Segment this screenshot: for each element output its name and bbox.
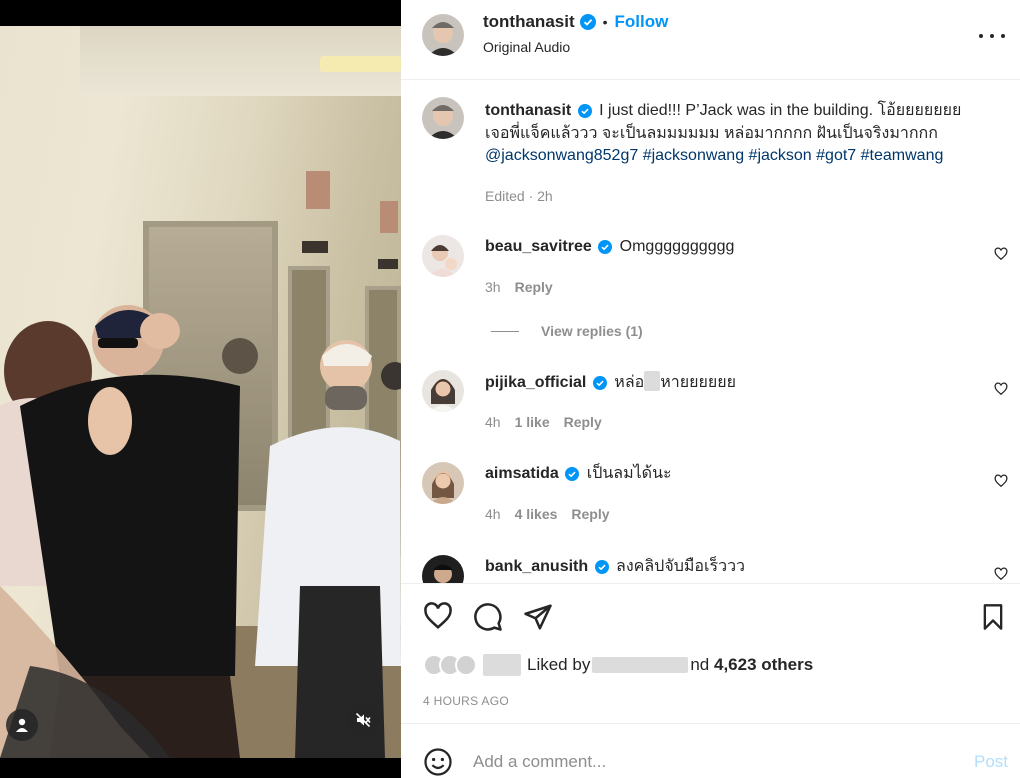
redacted-block: [644, 371, 661, 391]
video-frame: [0, 26, 401, 758]
heart-icon[interactable]: [994, 247, 1008, 261]
heart-icon[interactable]: [994, 567, 1008, 581]
paper-plane-icon[interactable]: [523, 602, 553, 632]
author-username[interactable]: tonthanasit: [483, 12, 575, 32]
crowd-illustration: [0, 305, 401, 758]
verified-badge-icon: [592, 376, 607, 391]
post-timestamp[interactable]: 4 HOURS AGO: [423, 694, 509, 708]
commenter-avatar[interactable]: [422, 370, 464, 412]
comment-text: หล่อ: [614, 374, 645, 391]
muted-speaker-icon: [355, 712, 371, 728]
hashtag-link[interactable]: #jackson: [749, 147, 812, 164]
video-letterbox-top: [0, 0, 401, 26]
redacted-block: [483, 654, 521, 676]
comment-username[interactable]: aimsatida: [485, 465, 559, 482]
comment-time: 4h: [485, 414, 501, 430]
heart-icon[interactable]: [422, 601, 454, 631]
comment-likes[interactable]: 1 like: [515, 414, 550, 430]
bookmark-icon[interactable]: [979, 602, 1007, 632]
comment-time: 3h: [485, 279, 501, 295]
comment-text: Omgggggggggg: [619, 238, 735, 255]
likes-summary: Liked by nd 4,623 others: [423, 654, 813, 676]
verified-badge-icon: [577, 104, 592, 119]
liker-avatars[interactable]: [423, 654, 477, 676]
header-separator: •: [602, 14, 608, 30]
add-comment-bar: Post: [401, 723, 1020, 778]
author-avatar[interactable]: [422, 14, 464, 56]
mute-toggle-button[interactable]: [347, 704, 379, 736]
comment-username[interactable]: beau_savitree: [485, 238, 592, 255]
hashtag-link[interactable]: #jacksonwang: [643, 147, 744, 164]
comment-text: เป็นลมได้นะ: [586, 465, 672, 482]
comment-username[interactable]: bank_anusith: [485, 558, 588, 575]
mention-link[interactable]: @jacksonwang852g7: [485, 147, 638, 164]
likes-count[interactable]: 4,623 others: [714, 655, 813, 675]
commenter-avatar[interactable]: [422, 555, 464, 583]
verified-badge-icon: [594, 560, 609, 575]
liked-by-suffix: nd: [690, 655, 710, 674]
caption-username[interactable]: tonthanasit: [485, 102, 571, 119]
hashtag-link[interactable]: #got7: [816, 147, 856, 164]
comments-section[interactable]: tonthanasit I just died!!! P’Jack was in…: [401, 81, 1020, 583]
audio-label[interactable]: Original Audio: [483, 39, 570, 55]
heart-icon[interactable]: [994, 474, 1008, 488]
comment-reply-button[interactable]: Reply: [571, 506, 609, 522]
view-replies-label: View replies (1): [541, 323, 643, 339]
hashtag-link[interactable]: #teamwang: [861, 147, 944, 164]
comment-text-end: หายยยยยย: [660, 374, 737, 391]
view-replies-line: [491, 330, 519, 332]
comment-username[interactable]: pijika_official: [485, 374, 586, 391]
heart-icon[interactable]: [994, 382, 1008, 396]
comment-text: ลงคลิปจับมือเร็ววว: [616, 558, 746, 575]
post-video[interactable]: [0, 0, 401, 778]
comment-reply-button[interactable]: Reply: [564, 414, 602, 430]
view-replies-button[interactable]: View replies (1): [491, 323, 643, 339]
caption-meta: Edited · 2h: [485, 188, 553, 204]
post-comment-button[interactable]: Post: [974, 752, 1008, 772]
caption-avatar[interactable]: [422, 97, 464, 139]
liked-by-label: Liked by: [527, 655, 591, 674]
commenter-avatar[interactable]: [422, 235, 464, 277]
verified-badge-icon: [565, 467, 580, 482]
user-tag-icon: [16, 718, 28, 732]
comment-input[interactable]: [473, 749, 943, 775]
commenter-avatar[interactable]: [422, 462, 464, 504]
comment-reply-button[interactable]: Reply: [515, 279, 553, 295]
post-header: tonthanasit • Follow Original Audio: [401, 0, 1020, 80]
caption-text-line2: เจอพี่แจ็คแล้ววว จะเป็นลมมมมมม หล่อมากกก…: [485, 124, 938, 142]
video-letterbox-bottom: [0, 758, 401, 778]
comment-bubble-icon[interactable]: [473, 602, 503, 632]
verified-badge-icon: [579, 14, 596, 30]
more-options-icon[interactable]: [979, 26, 1005, 46]
user-tags-button[interactable]: [6, 709, 38, 741]
comment-time: 4h: [485, 506, 501, 522]
emoji-smile-icon[interactable]: [423, 747, 453, 777]
comment-likes[interactable]: 4 likes: [515, 506, 558, 522]
caption-text: I just died!!! P’Jack was in the buildin…: [599, 102, 962, 119]
post-details-panel: tonthanasit • Follow Original Audio tont…: [401, 0, 1020, 778]
verified-badge-icon: [598, 240, 613, 255]
redacted-username: [592, 657, 689, 673]
follow-button[interactable]: Follow: [615, 12, 669, 32]
